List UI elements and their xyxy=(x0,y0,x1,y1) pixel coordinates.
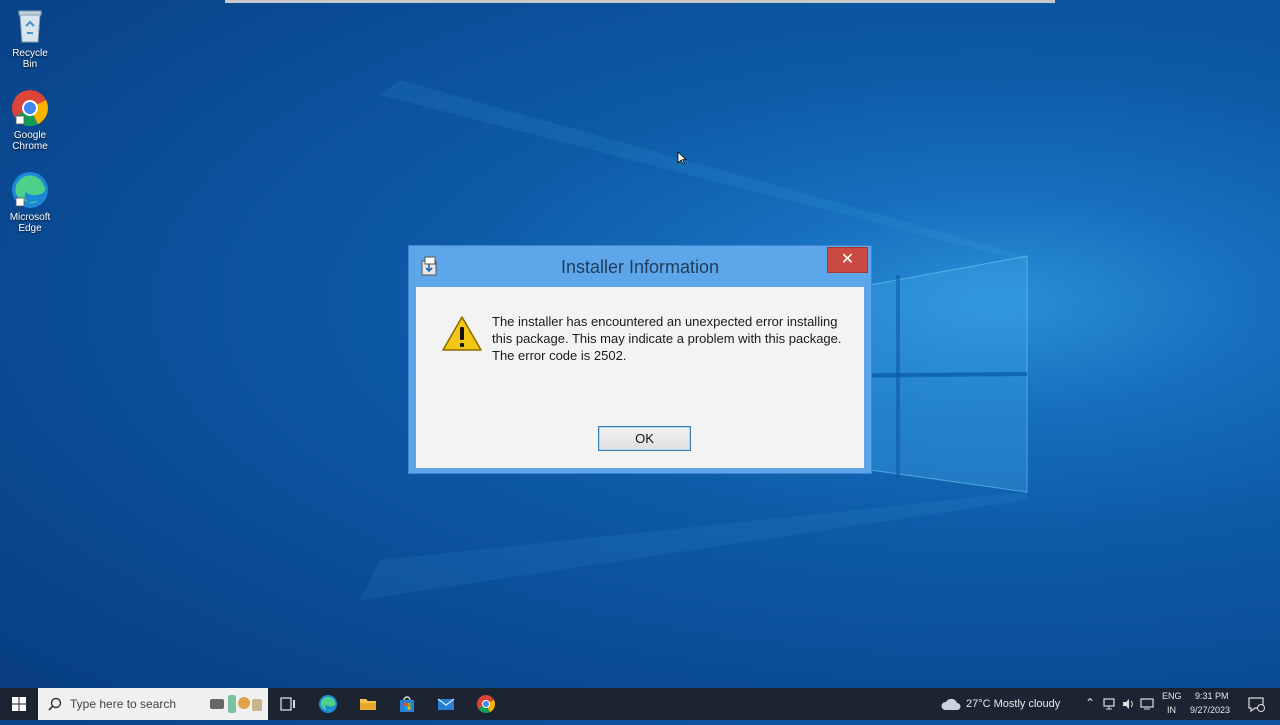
close-button[interactable]: ✕ xyxy=(827,247,868,273)
mail-icon[interactable] xyxy=(436,694,456,714)
windows-logo-icon xyxy=(12,697,26,711)
ok-button[interactable]: OK xyxy=(598,426,691,451)
error-message: The installer has encountered an unexpec… xyxy=(492,314,842,363)
weather-text[interactable]: 27°C Mostly cloudy xyxy=(966,698,1060,710)
language-top[interactable]: ENG xyxy=(1162,691,1182,701)
display-icon[interactable] xyxy=(1140,697,1156,711)
weather-cloud-icon[interactable] xyxy=(940,696,962,712)
recycle-bin-icon xyxy=(10,6,50,46)
chevron-up-icon[interactable]: ⌃ xyxy=(1085,696,1095,710)
desktop-icon-label: Recycle Bin xyxy=(12,48,48,70)
start-button[interactable] xyxy=(0,688,38,720)
desktop-icon-chrome[interactable]: Google Chrome xyxy=(4,88,56,152)
installer-dialog: Installer Information ✕ The installer ha… xyxy=(408,245,872,474)
search-input[interactable]: Type here to search xyxy=(38,688,268,720)
search-icon xyxy=(48,697,62,711)
file-explorer-icon[interactable] xyxy=(358,694,378,714)
task-view-icon[interactable] xyxy=(278,694,298,714)
dialog-body: The installer has encountered an unexpec… xyxy=(416,287,864,468)
warning-icon xyxy=(442,316,482,351)
search-placeholder: Type here to search xyxy=(70,697,177,711)
network-icon[interactable] xyxy=(1102,697,1116,711)
chrome-icon[interactable] xyxy=(476,694,496,714)
edge-icon[interactable] xyxy=(318,694,338,714)
desktop-icon-recycle-bin[interactable]: Recycle Bin xyxy=(4,6,56,70)
notification-icon[interactable] xyxy=(1247,696,1265,712)
language-bottom[interactable]: IN xyxy=(1167,705,1176,715)
taskbar: Type here to search 27°C Mostly cloudy ⌃… xyxy=(0,688,1280,720)
top-window-edge xyxy=(225,0,1055,3)
search-highlight-icon xyxy=(210,695,262,713)
desktop-icon-label: Google Chrome xyxy=(12,130,48,152)
desktop-icon-label: Microsoft Edge xyxy=(9,212,51,234)
desktop-icon-edge[interactable]: Microsoft Edge xyxy=(4,170,56,234)
dialog-title: Installer Information xyxy=(560,257,720,277)
chrome-icon xyxy=(10,88,50,128)
volume-icon[interactable] xyxy=(1121,697,1135,711)
store-icon[interactable] xyxy=(397,694,417,714)
edge-icon xyxy=(10,170,50,210)
mouse-cursor-icon xyxy=(677,151,687,165)
clock-time[interactable]: 9:31 PM xyxy=(1195,691,1229,701)
clock-date[interactable]: 9/27/2023 xyxy=(1190,705,1230,715)
